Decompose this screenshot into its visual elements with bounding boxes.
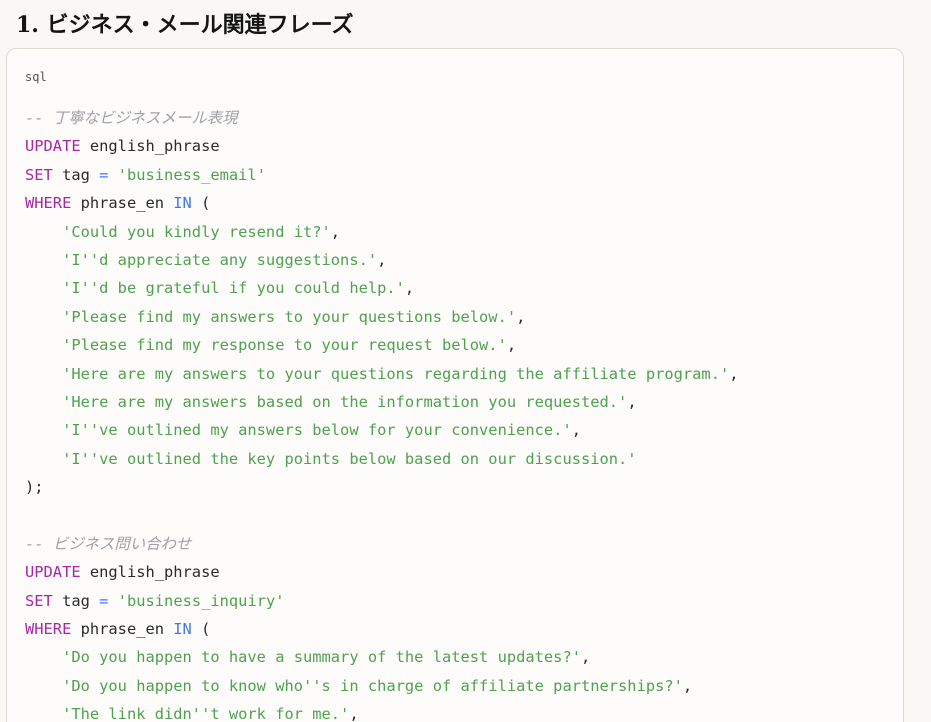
- code-token-plain: phrase_en: [71, 620, 174, 639]
- code-token-keyword: WHERE: [25, 620, 72, 639]
- code-token-plain: ,: [516, 307, 526, 326]
- code-line: -- 丁寧なビジネスメール表現: [25, 104, 739, 132]
- code-token-string: 'I''ve outlined the key points below bas…: [62, 449, 637, 468]
- code-token-comment: -- ビジネス問い合わせ: [25, 534, 192, 553]
- code-token-plain: ,: [571, 421, 581, 440]
- code-token-string: 'Please find my response to your request…: [62, 336, 507, 355]
- code-line: 'I''ve outlined my answers below for you…: [25, 416, 739, 444]
- code-line: 'Do you happen to know who''s in charge …: [25, 672, 739, 700]
- code-token-string: 'Do you happen to have a summary of the …: [62, 648, 581, 667]
- code-token-plain: ,: [627, 392, 637, 411]
- code-token-keyword: UPDATE: [25, 563, 81, 582]
- code-line: );: [25, 473, 739, 501]
- code-line: 'Do you happen to have a summary of the …: [25, 643, 739, 671]
- code-token-string: 'business_email': [117, 165, 266, 184]
- code-line: 'Please find my response to your request…: [25, 331, 739, 359]
- code-token-string: 'Could you kindly resend it?': [62, 222, 331, 241]
- code-line: UPDATE english_phrase: [25, 558, 739, 586]
- code-token-plain: (: [191, 194, 211, 213]
- code-line: 'I''d appreciate any suggestions.',: [25, 246, 739, 274]
- code-language-label: sql: [25, 70, 47, 84]
- code-token-string: 'I''d appreciate any suggestions.': [62, 250, 378, 269]
- code-token-operator: IN: [173, 194, 192, 213]
- code-token-string: 'I''ve outlined my answers below for you…: [62, 421, 572, 440]
- code-block[interactable]: sql -- 丁寧なビジネスメール表現 UPDATE english_phrase…: [6, 48, 904, 722]
- code-line: WHERE phrase_en IN (: [25, 615, 739, 643]
- code-token-plain: ,: [349, 705, 359, 722]
- code-token-string: 'Here are my answers based on the inform…: [62, 392, 628, 411]
- code-line: 'Here are my answers based on the inform…: [25, 388, 739, 416]
- code-line: 'Could you kindly resend it?',: [25, 218, 739, 246]
- code-token-plain: );: [25, 478, 44, 497]
- code-token-plain: ,: [580, 648, 591, 667]
- code-token-operator: IN: [173, 620, 192, 639]
- code-token-string: 'Please find my answers to your question…: [62, 307, 517, 326]
- code-token-plain: tag: [52, 165, 100, 184]
- section-heading: 1. ビジネス・メール関連フレーズ: [16, 12, 354, 38]
- code-token-string: 'Do you happen to know who''s in charge …: [62, 676, 683, 695]
- code-line: 'The link didn''t work for me.',: [25, 700, 739, 722]
- code-token-keyword: WHERE: [25, 194, 72, 213]
- code-line: 'I''d be grateful if you could help.',: [25, 274, 739, 302]
- code-line: SET tag = 'business_email': [25, 161, 739, 189]
- code-token-keyword: UPDATE: [25, 137, 81, 156]
- code-token-plain: ,: [377, 250, 387, 269]
- code-token-plain: phrase_en: [71, 194, 174, 213]
- code-line: SET tag = 'business_inquiry': [25, 587, 739, 615]
- code-token-plain: ,: [729, 364, 739, 383]
- code-token-string: 'Here are my answers to your questions r…: [62, 364, 730, 383]
- code-token-plain: ,: [404, 279, 415, 298]
- code-token-plain: (: [191, 620, 211, 639]
- code-line: -- ビジネス問い合わせ: [25, 530, 739, 558]
- code-line: 'Here are my answers to your questions r…: [25, 360, 739, 388]
- code-token-plain: english_phrase: [80, 563, 220, 582]
- code-line: WHERE phrase_en IN (: [25, 189, 739, 217]
- code-line: 'I''ve outlined the key points below bas…: [25, 445, 739, 473]
- code-token-plain: tag: [52, 591, 100, 610]
- code-token-keyword: SET: [25, 591, 53, 610]
- code-token-plain: ,: [330, 222, 341, 241]
- code-token-string: 'business_inquiry': [117, 591, 285, 610]
- code-content[interactable]: -- 丁寧なビジネスメール表現 UPDATE english_phrase SET …: [25, 104, 739, 722]
- code-token-plain: ,: [682, 676, 693, 695]
- code-token-comment: -- 丁寧なビジネスメール表現: [25, 109, 238, 127]
- code-line: UPDATE english_phrase: [25, 132, 739, 160]
- code-token-string: 'The link didn''t work for me.': [62, 705, 350, 722]
- code-token-plain: english_phrase: [80, 137, 220, 156]
- page: 1. ビジネス・メール関連フレーズ sql -- 丁寧なビジネスメール表現 UPD…: [0, 0, 931, 722]
- code-line: 'Please find my answers to your question…: [25, 303, 739, 331]
- code-token-string: 'I''d be grateful if you could help.': [62, 279, 405, 298]
- code-token-plain: ,: [506, 336, 517, 355]
- code-token-keyword: SET: [25, 165, 53, 184]
